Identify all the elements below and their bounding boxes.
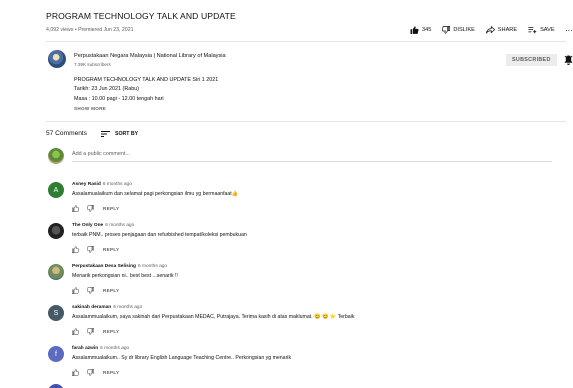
comment-time[interactable]: 6 months ago (138, 264, 167, 269)
comment-item: f farah azwin 6 months ago Assalammualaik… (46, 346, 566, 378)
thumbs-down-icon[interactable] (87, 328, 94, 335)
user-avatar (48, 148, 64, 164)
commenter-avatar[interactable]: f (48, 346, 64, 362)
share-icon (485, 26, 495, 34)
comment-time[interactable]: 6 months ago (100, 346, 129, 351)
comment-actions: REPLY (72, 287, 119, 294)
comment-time[interactable]: 6 months ago (103, 182, 132, 187)
comment-item: The Only One 6 months ago terbaik PNM.. p… (46, 223, 566, 255)
comment-author-line: farah azwin 6 months ago (72, 346, 129, 351)
more-actions-button[interactable]: ... (566, 27, 573, 33)
thumbs-down-icon[interactable] (87, 246, 94, 253)
sort-icon (101, 130, 111, 137)
description-line: Masa : 10.00 pagi - 12.00 tengah hari (74, 95, 164, 102)
comment-author[interactable]: Asney Rasid (72, 182, 101, 187)
thumbs-down-icon[interactable] (87, 369, 94, 376)
like-count: 345 (422, 27, 432, 33)
watch-page: PROGRAM TECHNOLOGY TALK AND UPDATE 4,092… (46, 0, 573, 388)
comment-text: Menarik perkongsian ni.. best best ...se… (72, 273, 178, 279)
thumbs-up-icon[interactable] (72, 369, 79, 376)
comment-text: Assalammualaikum.. Sy dr library English… (72, 355, 292, 361)
save-label: SAVE (540, 27, 555, 33)
dislike-label: DISLIKE (453, 27, 475, 33)
share-button[interactable]: SHARE (485, 26, 518, 34)
commenter-avatar[interactable]: S (48, 305, 64, 321)
channel-name[interactable]: Perpustakaan Negara Malaysia | National … (74, 53, 226, 59)
description-line: PROGRAM TECHNOLOGY TALK AND UPDATE Siri … (74, 77, 219, 83)
comment-author-line: Asney Rasid 6 months ago (72, 182, 132, 187)
comment-time[interactable]: 6 months ago (105, 223, 134, 228)
like-button[interactable]: 345 (410, 26, 431, 34)
comment-text: Assalammualaikum, saya sakinah dari Perp… (72, 314, 355, 320)
divider (46, 41, 566, 42)
comment-actions: REPLY (72, 205, 119, 212)
comment-author-line: sakinah deraman 6 months ago (72, 305, 142, 310)
dislike-button[interactable]: DISLIKE (442, 26, 475, 34)
share-label: SHARE (497, 27, 518, 33)
commenter-avatar[interactable]: A (48, 182, 64, 198)
description-line: Tarikh: 23 Jun 2021 (Rabu) (74, 86, 140, 93)
comment-actions: REPLY (72, 369, 119, 376)
commenter-avatar[interactable] (48, 264, 64, 280)
comment-count: 57 Comments (46, 130, 88, 137)
comment-author-line: The Only One 6 months ago (72, 223, 134, 228)
reply-button[interactable]: REPLY (103, 329, 119, 334)
reply-button[interactable]: REPLY (103, 247, 119, 252)
comment-author[interactable]: Perpustakaan Desa Selising (72, 264, 136, 269)
comment-author-line: Perpustakaan Desa Selising 6 months ago (72, 264, 167, 269)
reply-button[interactable]: REPLY (103, 288, 119, 293)
thumbs-up-icon (410, 26, 419, 34)
comment-actions: REPLY (72, 246, 119, 253)
comment-time[interactable]: 6 months ago (113, 305, 142, 310)
comment-text: terbaik PNM.. proses penjagaan dan refur… (72, 232, 247, 238)
thumbs-up-icon[interactable] (72, 287, 79, 294)
divider (46, 121, 566, 122)
video-meta: 4,092 views • Premiered Jun 23, 2021 (46, 27, 134, 33)
thumbs-down-icon[interactable] (87, 287, 94, 294)
comment-item: Perpustakaan Desa Selising 6 months ago M… (46, 264, 566, 296)
bell-icon[interactable] (564, 55, 573, 65)
thumbs-down-icon (442, 26, 451, 34)
thumbs-down-icon[interactable] (87, 205, 94, 212)
thumbs-up-icon[interactable] (72, 246, 79, 253)
thumbs-up-icon[interactable] (72, 328, 79, 335)
subscribe-button[interactable]: SUBSCRIBED (506, 54, 557, 66)
comment-text: Assalamualaikum dan selamat pagi perkong… (72, 191, 239, 197)
comment-actions: REPLY (72, 328, 119, 335)
video-description: PROGRAM TECHNOLOGY TALK AND UPDATE Siri … (74, 76, 218, 104)
show-more-button[interactable]: SHOW MORE (74, 106, 106, 111)
reply-button[interactable]: REPLY (103, 370, 119, 375)
channel-avatar[interactable] (48, 50, 66, 68)
comment-item: S sakinah deraman 6 months ago Assalammua… (46, 305, 566, 337)
subscriber-count: 7.39K subscribers (74, 62, 111, 67)
commenter-avatar[interactable] (48, 384, 64, 388)
comment-item: A Asney Rasid 6 months ago Assalamualaiku… (46, 182, 566, 214)
thumbs-up-icon[interactable] (72, 205, 79, 212)
commenter-avatar[interactable] (48, 223, 64, 239)
sort-label: SORT BY (115, 130, 139, 137)
add-comment-input[interactable]: Add a public comment... (72, 151, 552, 162)
reply-button[interactable]: REPLY (103, 206, 119, 211)
comment-author[interactable]: farah azwin (72, 346, 98, 351)
save-button[interactable]: SAVE (528, 26, 555, 34)
comment-author[interactable]: sakinah deraman (72, 305, 111, 310)
comments-header: 57 Comments SORT BY (46, 130, 138, 137)
playlist-add-icon (528, 26, 537, 34)
video-title: PROGRAM TECHNOLOGY TALK AND UPDATE (46, 11, 236, 21)
sort-by-button[interactable]: SORT BY (101, 131, 138, 137)
comment-author[interactable]: The Only One (72, 223, 103, 228)
video-actions: 345 DISLIKE SHARE SAVE ... (410, 26, 573, 34)
